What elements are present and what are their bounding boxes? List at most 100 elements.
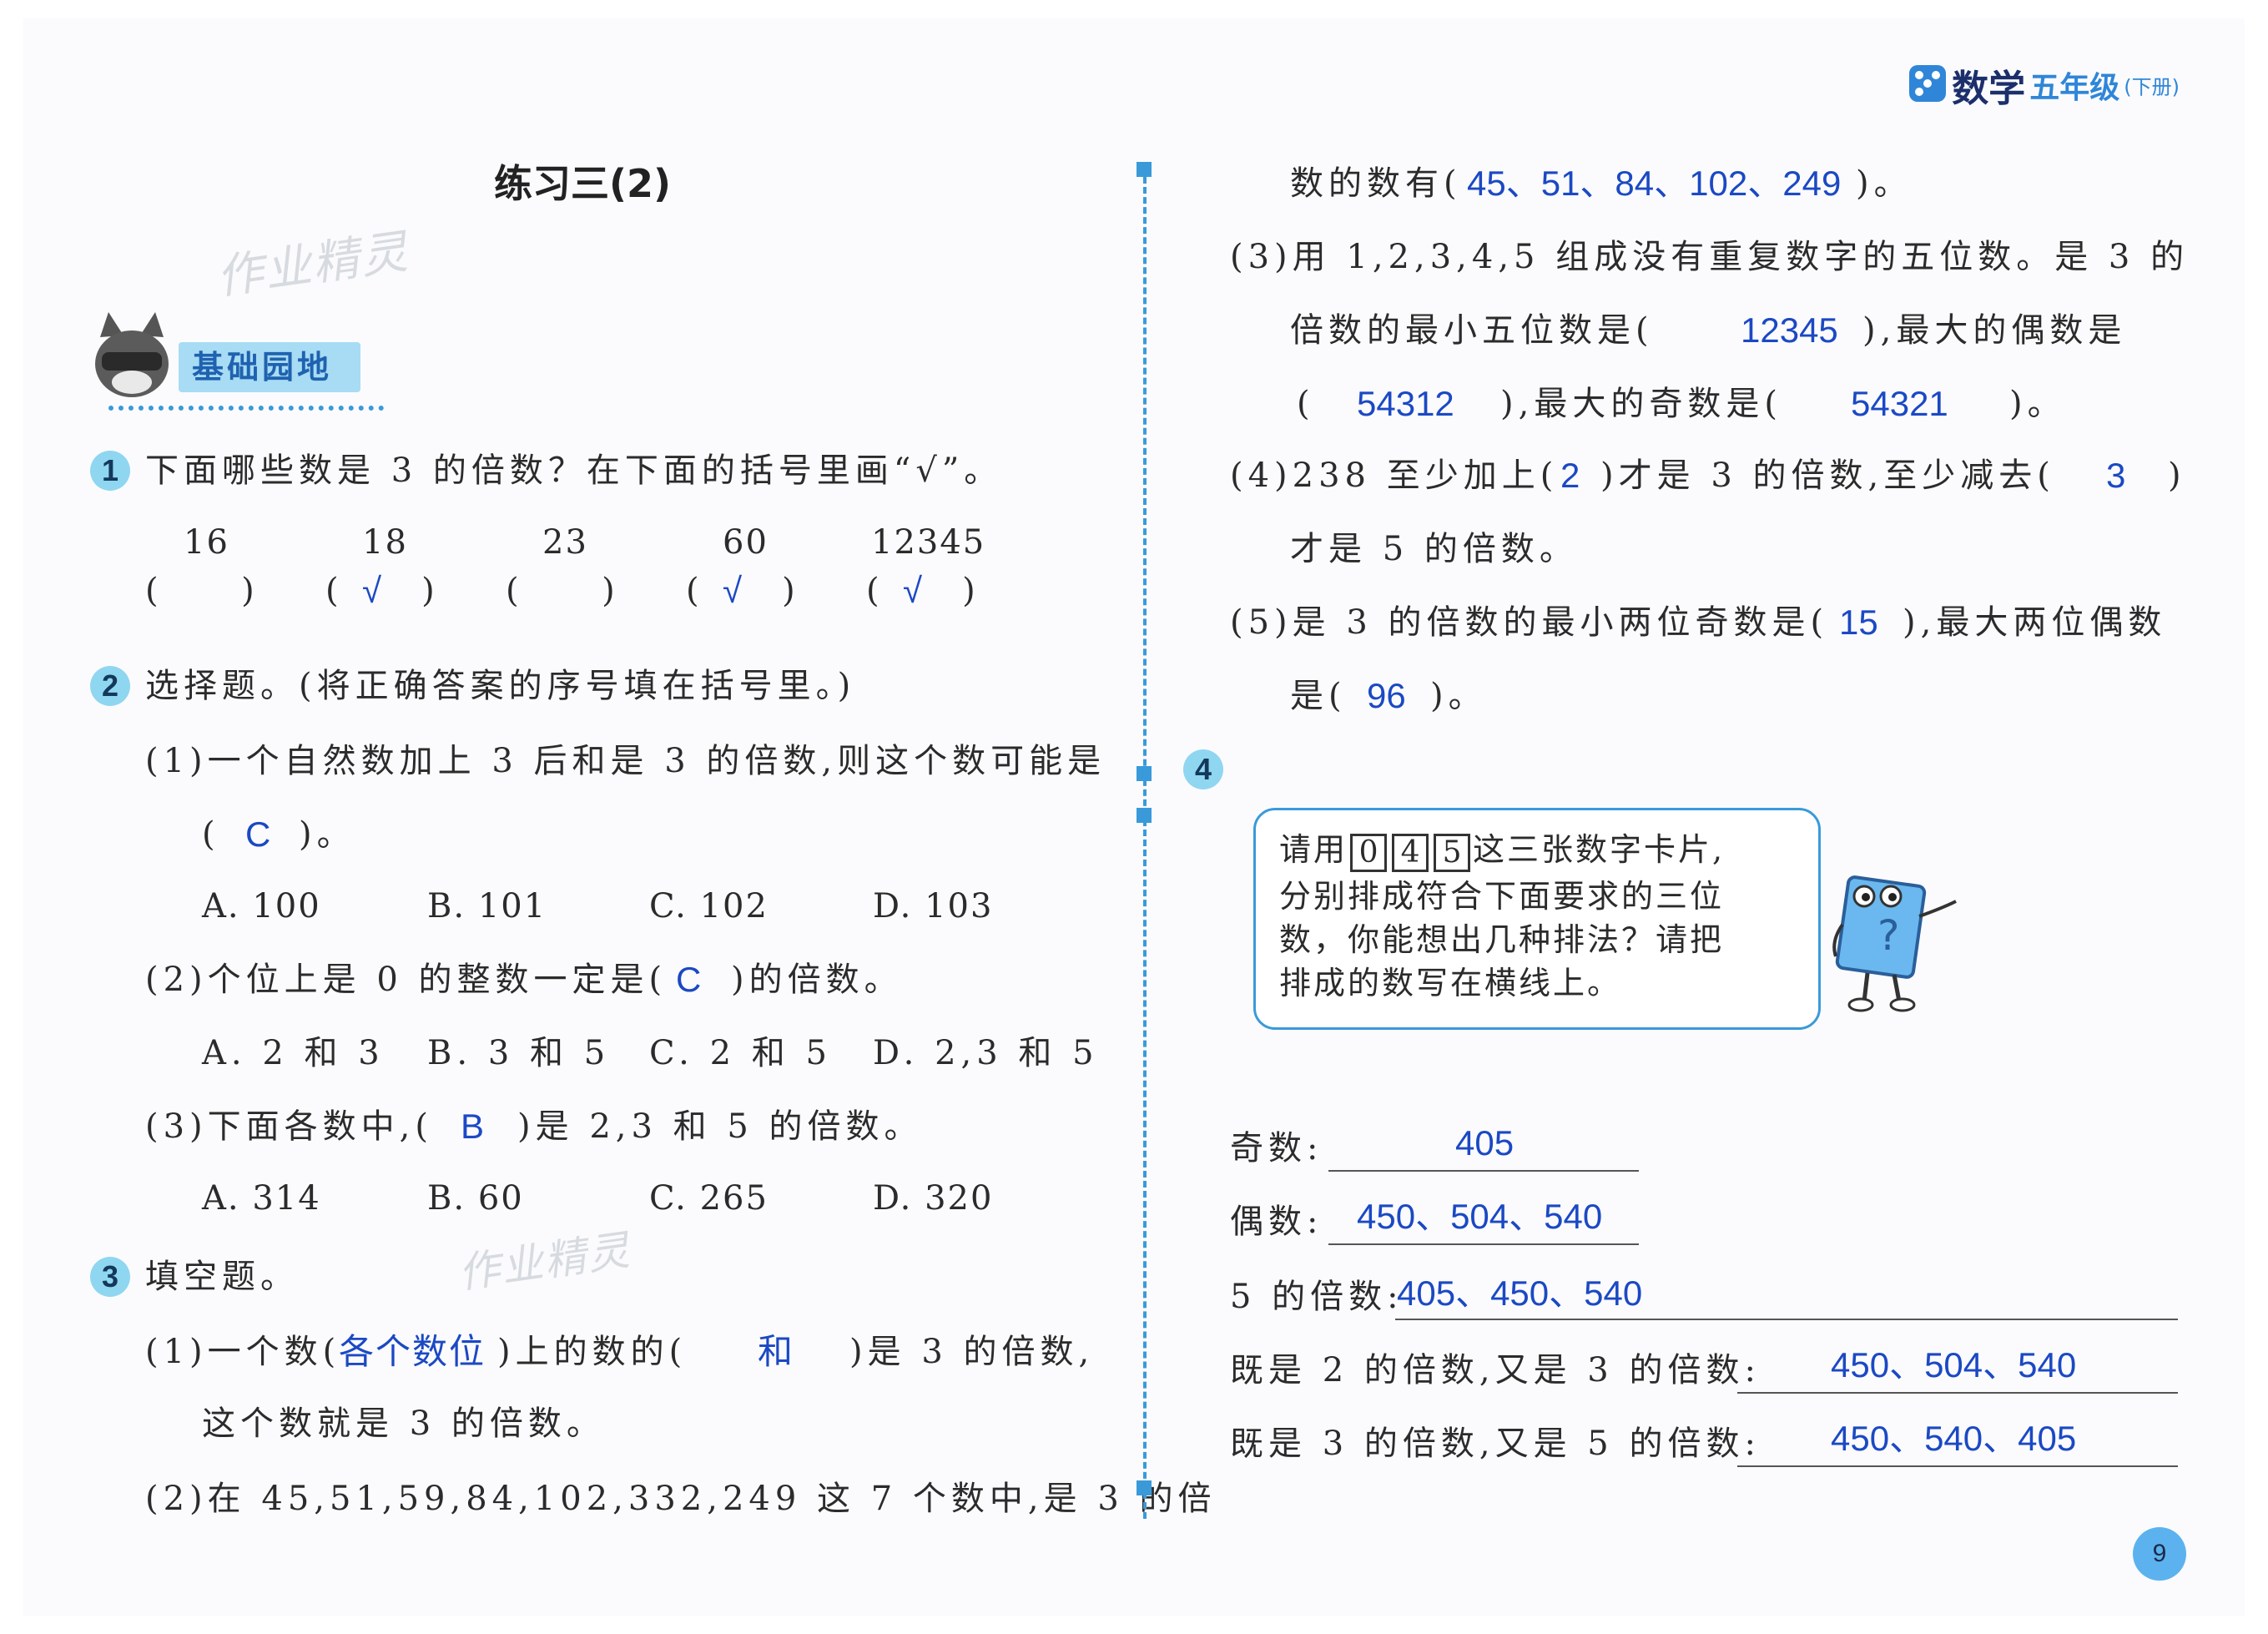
q1-paren-2: ( ) [325, 572, 440, 610]
grade-label: 五年级 [2029, 71, 2120, 105]
q3-p5-answer-odd: 15 [1839, 603, 1878, 642]
q2-p2-option-b: B. 3 和 5 [427, 1034, 611, 1072]
q3-p3-answer-even: 54312 [1357, 384, 1454, 423]
q3-p1-line2: 这个数就是 3 的倍数。 [202, 1405, 605, 1443]
bubble-line-2: 分别排成符合下面要求的三位 [1279, 878, 1725, 915]
number-card-0: 0 [1350, 833, 1388, 872]
q3-p3-line3-mid: ),最大的奇数是( [1500, 385, 1782, 423]
q3-p3-answer-min: 12345 [1741, 310, 1838, 350]
q4-row-mult5-answer: 405、450、540 [1397, 1273, 1643, 1313]
divider-marker [1137, 162, 1152, 177]
question-number-3: 3 [90, 1257, 130, 1297]
q2-p2-option-c: C. 2 和 5 [649, 1034, 832, 1072]
card-mascot-icon: ? [1826, 858, 1993, 1020]
q3-p3-line1: (3)用 1,2,3,4,5 组成没有重复数字的五位数。是 3 的 [1230, 238, 2190, 276]
q4-row-mult5-line [1395, 1319, 2178, 1320]
q3-p5-pre: (5)是 3 的倍数的最小两位奇数是( [1230, 603, 1829, 642]
q3-p4-answer-sub: 3 [2106, 456, 2126, 495]
bubble-line-1-post: 这三张数字卡片, [1473, 831, 1726, 868]
number-card-4: 4 [1392, 833, 1429, 872]
q1-mark-2: √ [362, 571, 382, 610]
q1-prompt: 下面哪些数是 3 的倍数？在下面的括号里画“√”。 [145, 451, 1003, 490]
bubble-line-1: 请用 0 4 5 这三张数字卡片, [1279, 829, 1725, 872]
q3-p3-answer-odd: 54321 [1851, 384, 1948, 423]
q2-p1-option-a: A. 100 [202, 887, 321, 925]
q1-value-23: 23 [542, 523, 588, 562]
q2-p1-paren-close: )。 [299, 815, 355, 854]
q2-p1-option-c: C. 102 [649, 887, 769, 925]
q2-p2-answer: C [676, 960, 702, 999]
q4-row-mult3and5-line [1737, 1465, 2178, 1467]
workbook-page: 数学 五年级 (下册) 练习三(2) 作业精灵 作业精灵 基础园地 1 下面哪些… [23, 18, 2245, 1616]
svg-text:?: ? [1877, 911, 1900, 960]
q3-p4-line2: 才是 5 的倍数。 [1290, 530, 1578, 568]
q3-p4-mid: )才是 3 的倍数,至少减去( [1600, 456, 2055, 495]
bubble-line-4: 排成的数写在横线上。 [1279, 965, 1622, 1001]
q2-p3-post: )是 2,3 和 5 的倍数。 [517, 1107, 923, 1146]
bubble-line-1-pre: 请用 [1279, 831, 1348, 868]
question-number-2: 2 [90, 666, 130, 706]
cat-mascot-icon [90, 312, 174, 407]
page-title: 练习三(2) [494, 161, 672, 206]
center-divider [1143, 167, 1147, 1519]
q2-p1-option-b: B. 101 [427, 887, 547, 925]
q3-p2-line2-pre: 数的数有( [1290, 164, 1462, 203]
divider-marker [1137, 1480, 1152, 1495]
q3-p5-answer-even: 96 [1367, 676, 1406, 715]
q4-row-mult2and3-line [1737, 1392, 2178, 1394]
q3-p3-line2-post: ),最大的偶数是 [1862, 311, 2127, 350]
q4-row-even-line [1328, 1243, 1639, 1245]
q3-p5-line2-pre: 是( [1290, 677, 1347, 715]
q3-p1-mid: )上的数的( [497, 1333, 688, 1371]
q3-p2-line1: (2)在 45,51,59,84,102,332,249 这 7 个数中,是 3… [145, 1480, 1217, 1518]
q3-p3-line3-pre: ( [1297, 385, 1315, 423]
dice-icon [1908, 63, 1948, 107]
subject-title: 数学 [1952, 68, 2026, 110]
q1-value-12345: 12345 [871, 523, 986, 562]
question-number-4: 4 [1183, 749, 1223, 789]
q4-row-mult2and3-label: 既是 2 的倍数,又是 3 的倍数: [1230, 1351, 1761, 1389]
subject-header: 数学 五年级 (下册) [1908, 58, 2180, 110]
q3-p2-answer: 45、51、84、102、249 [1467, 164, 1842, 203]
q4-row-mult2and3-answer: 450、504、540 [1831, 1345, 2077, 1384]
banner-box: 基础园地 [179, 342, 360, 392]
q1-mark-5: √ [903, 571, 923, 610]
q1-paren-1: ( ) [145, 572, 260, 610]
q2-p1-answer: C [245, 814, 271, 854]
q1-paren-4: ( ) [686, 572, 800, 610]
q1-paren-3: ( ) [506, 572, 620, 610]
q2-p1-text: (1)一个自然数加上 3 后和是 3 的倍数,则这个数可能是 [145, 742, 1106, 780]
number-card-5: 5 [1434, 833, 1471, 872]
q4-row-odd-line [1328, 1170, 1639, 1172]
q3-prompt: 填空题。 [145, 1258, 299, 1296]
watermark: 作业精灵 [213, 224, 413, 305]
q2-p3-option-a: A. 314 [202, 1179, 321, 1218]
q2-p3-option-b: B. 60 [427, 1179, 524, 1218]
page-number-text: 9 [2152, 1540, 2167, 1567]
q3-p5-post: ),最大两位偶数 [1903, 603, 2167, 642]
q1-mark-4: √ [723, 571, 743, 610]
q4-row-even-label: 偶数: [1230, 1203, 1323, 1241]
q3-p4-answer-add: 2 [1560, 456, 1580, 495]
q4-row-mult3and5-answer: 450、540、405 [1831, 1419, 2077, 1458]
q4-row-mult5-label: 5 的倍数: [1230, 1278, 1404, 1316]
q3-p4-pre: (4)238 至少加上( [1230, 456, 1559, 495]
q4-row-mult3and5-label: 既是 3 的倍数,又是 5 的倍数: [1230, 1425, 1761, 1463]
q2-p2-option-a: A. 2 和 3 [202, 1034, 385, 1072]
q2-p3-option-c: C. 265 [649, 1179, 769, 1218]
q3-p1-answer-a: 各个数位 [339, 1332, 486, 1371]
banner-title: 基础园地 [192, 349, 333, 386]
question-number-1: 1 [90, 451, 130, 491]
q2-prompt: 选择题。(将正确答案的序号填在括号里。) [145, 667, 856, 705]
q2-p3-pre: (3)下面各数中,( [145, 1107, 433, 1146]
volume-label: (下册) [2124, 75, 2180, 99]
q3-p3-line3-post: )。 [2009, 385, 2066, 423]
q4-row-even-answer: 450、504、540 [1357, 1197, 1603, 1236]
q2-p1-option-d: D. 103 [873, 887, 994, 925]
q3-p1-pre: (1)一个数( [145, 1333, 341, 1371]
q4-row-odd-label: 奇数: [1230, 1129, 1323, 1168]
q1-paren-5: ( ) [866, 572, 980, 610]
q3-p1-answer-b: 和 [758, 1332, 794, 1371]
section-banner: 基础园地 [90, 312, 441, 421]
q3-p4-post: ) [2168, 456, 2186, 495]
